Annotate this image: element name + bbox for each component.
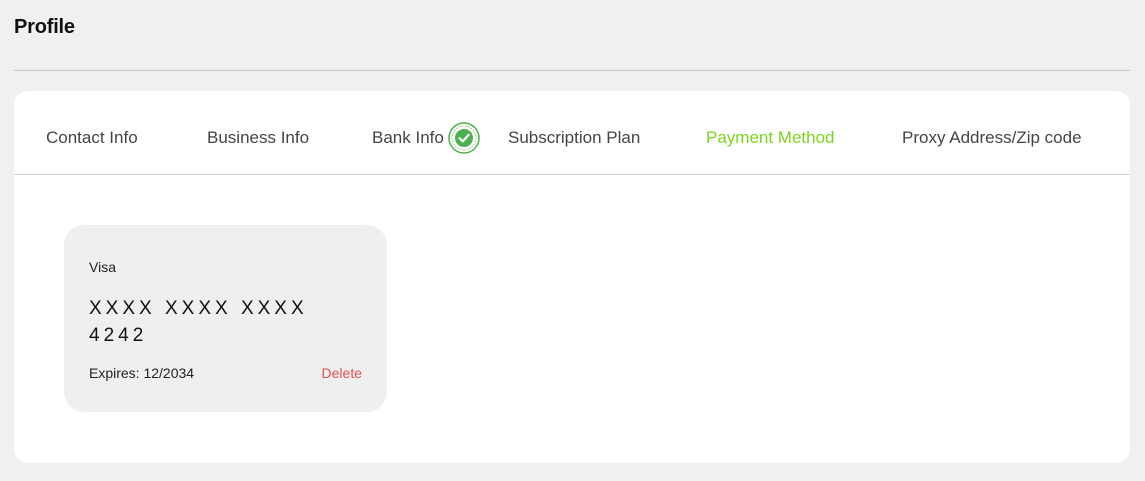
tab-label: Proxy Address/Zip code <box>902 128 1082 147</box>
tab-contact-info[interactable]: Contact Info <box>46 126 138 150</box>
tab-label: Contact Info <box>46 128 138 147</box>
tab-subscription-plan[interactable]: Subscription Plan <box>508 126 640 150</box>
tab-business-info[interactable]: Business Info <box>207 126 309 150</box>
tab-label: Business Info <box>207 128 310 147</box>
delete-card-button[interactable]: Delete <box>322 365 362 381</box>
verified-check-icon <box>448 122 480 154</box>
tab-bank-info[interactable]: Bank Info <box>372 122 480 154</box>
tab-proxy-address[interactable]: Proxy Address/Zip code <box>902 126 1082 150</box>
page-title: Profile <box>14 16 75 38</box>
payment-card: Visa XXXX XXXX XXXX 4242 Expires: 12/203… <box>64 225 387 412</box>
tab-label: Bank Info <box>372 128 444 147</box>
card-expiry: Expires: 12/2034 <box>89 365 195 381</box>
tab-label: Payment Method <box>706 128 835 147</box>
card-number: XXXX XXXX XXXX 4242 <box>89 298 308 346</box>
title-divider <box>14 70 1130 71</box>
tab-payment-method[interactable]: Payment Method <box>706 126 835 150</box>
tab-label: Subscription Plan <box>508 128 641 147</box>
profile-tabs: Contact Info Business Info Bank Info Sub… <box>14 91 1130 175</box>
card-brand: Visa <box>89 259 116 275</box>
profile-panel: Contact Info Business Info Bank Info Sub… <box>14 91 1130 463</box>
